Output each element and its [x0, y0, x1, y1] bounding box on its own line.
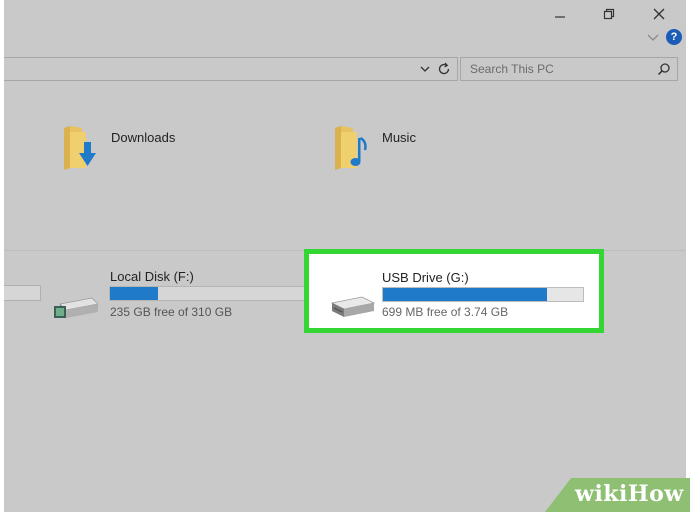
folder-downloads[interactable]: Downloads [60, 124, 280, 174]
restore-icon [603, 8, 615, 20]
drive-usage-fill [383, 288, 547, 301]
drive-usage-fill [110, 287, 159, 300]
refresh-button[interactable] [435, 60, 453, 78]
drive-free-space: 699 MB free of 3.74 GB [382, 305, 509, 319]
help-button[interactable]: ? [666, 29, 682, 45]
usb-drive-icon [330, 296, 376, 317]
address-bar[interactable] [4, 57, 458, 81]
drive-usb[interactable]: USB Drive (G:) 699 MB free of 3.74 GB [309, 254, 599, 328]
search-input[interactable]: Search This PC [460, 57, 678, 81]
file-explorer-window: ? Search This PC Downloads Music Local D… [4, 0, 686, 512]
chevron-down-icon [420, 66, 430, 72]
drive-usage-bar [382, 287, 584, 302]
minimize-button[interactable] [549, 4, 571, 24]
close-button[interactable] [648, 4, 670, 24]
downloads-folder-icon [64, 126, 96, 170]
drive-name: USB Drive (G:) [382, 270, 469, 285]
drive-local-disk[interactable]: Local Disk (F:) 235 GB free of 310 GB [52, 264, 312, 324]
refresh-icon [438, 62, 450, 75]
watermark-text: wikiHow [575, 481, 684, 507]
search-placeholder: Search This PC [470, 62, 554, 76]
search-icon[interactable] [657, 62, 671, 76]
ribbon-toggle-button[interactable] [644, 29, 662, 45]
close-icon [653, 8, 665, 20]
music-folder-icon [335, 126, 367, 170]
restore-button[interactable] [598, 4, 620, 24]
drive-free-space: 235 GB free of 310 GB [110, 305, 233, 319]
address-history-button[interactable] [417, 60, 433, 78]
chevron-down-icon [647, 34, 659, 41]
usb-drive-highlight: USB Drive (G:) 699 MB free of 3.74 GB [304, 249, 604, 333]
drive-usage-bar [4, 285, 41, 301]
folder-label: Downloads [111, 130, 176, 145]
minimize-icon [555, 16, 565, 18]
folder-music[interactable]: Music [331, 124, 551, 174]
drive-usage-bar [109, 286, 312, 301]
hard-drive-icon [54, 297, 99, 318]
drive-name: Local Disk (F:) [110, 269, 194, 284]
folder-label: Music [382, 130, 416, 145]
